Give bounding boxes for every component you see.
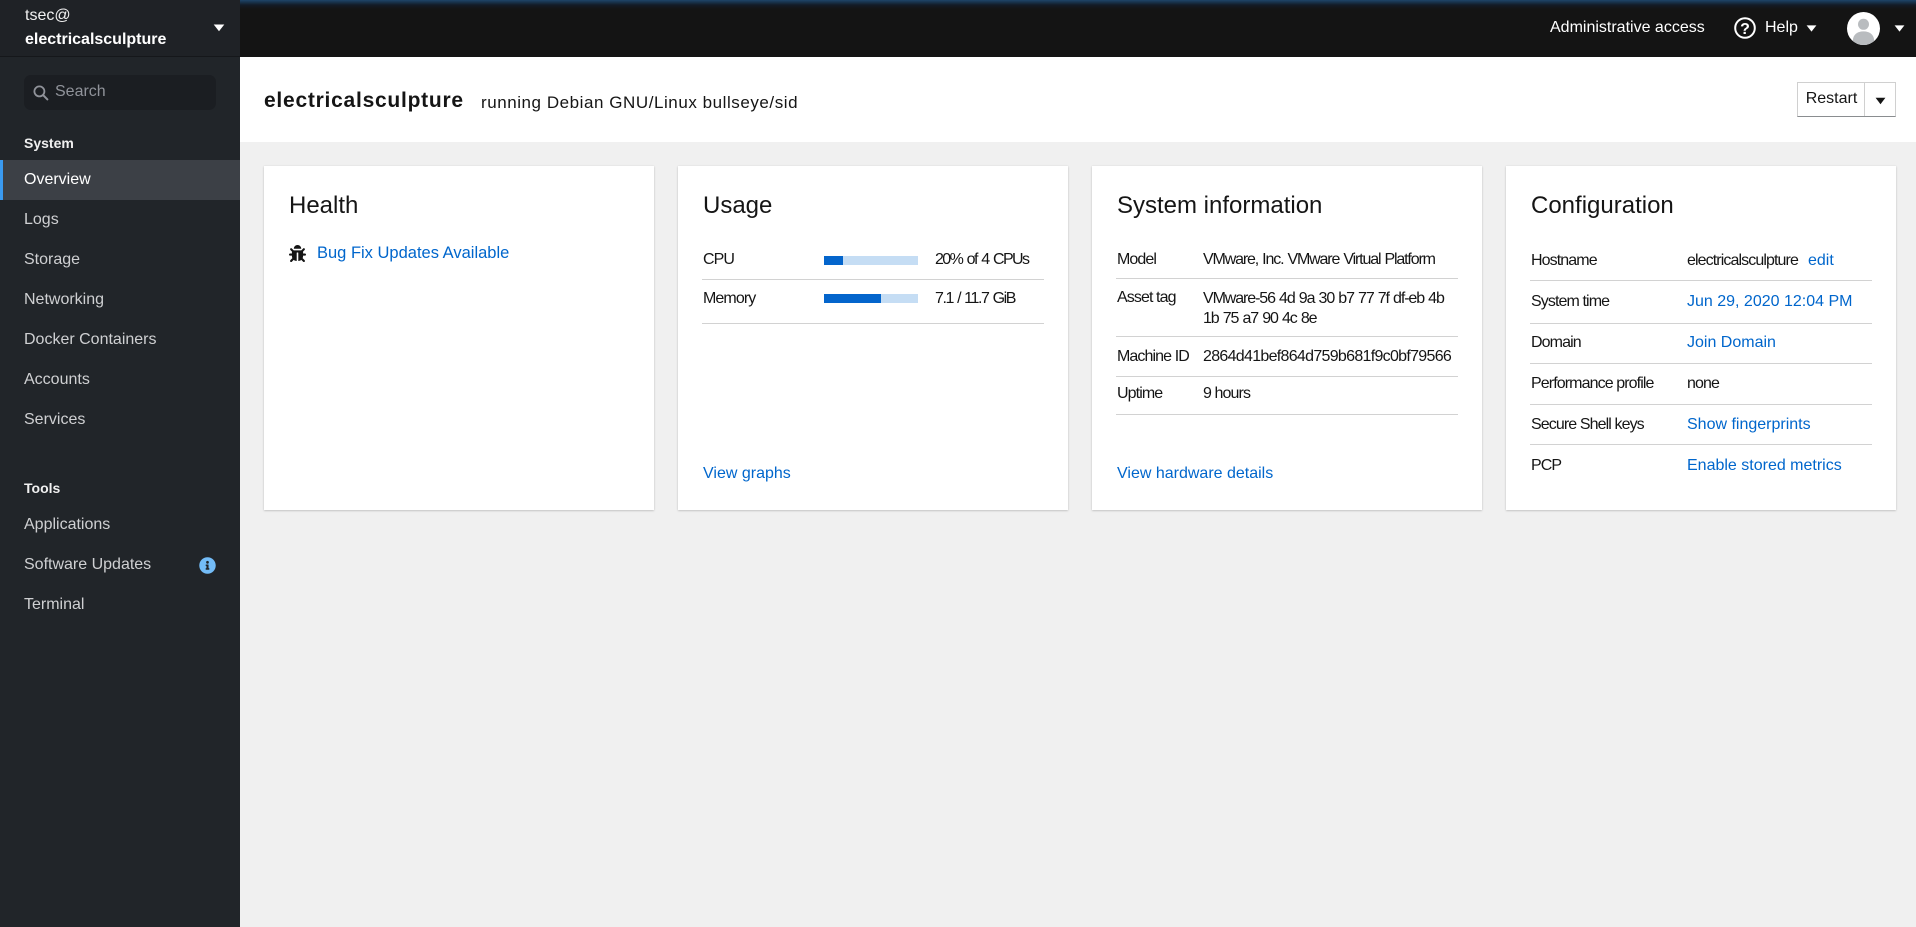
svg-text:?: ? bbox=[1740, 21, 1750, 38]
